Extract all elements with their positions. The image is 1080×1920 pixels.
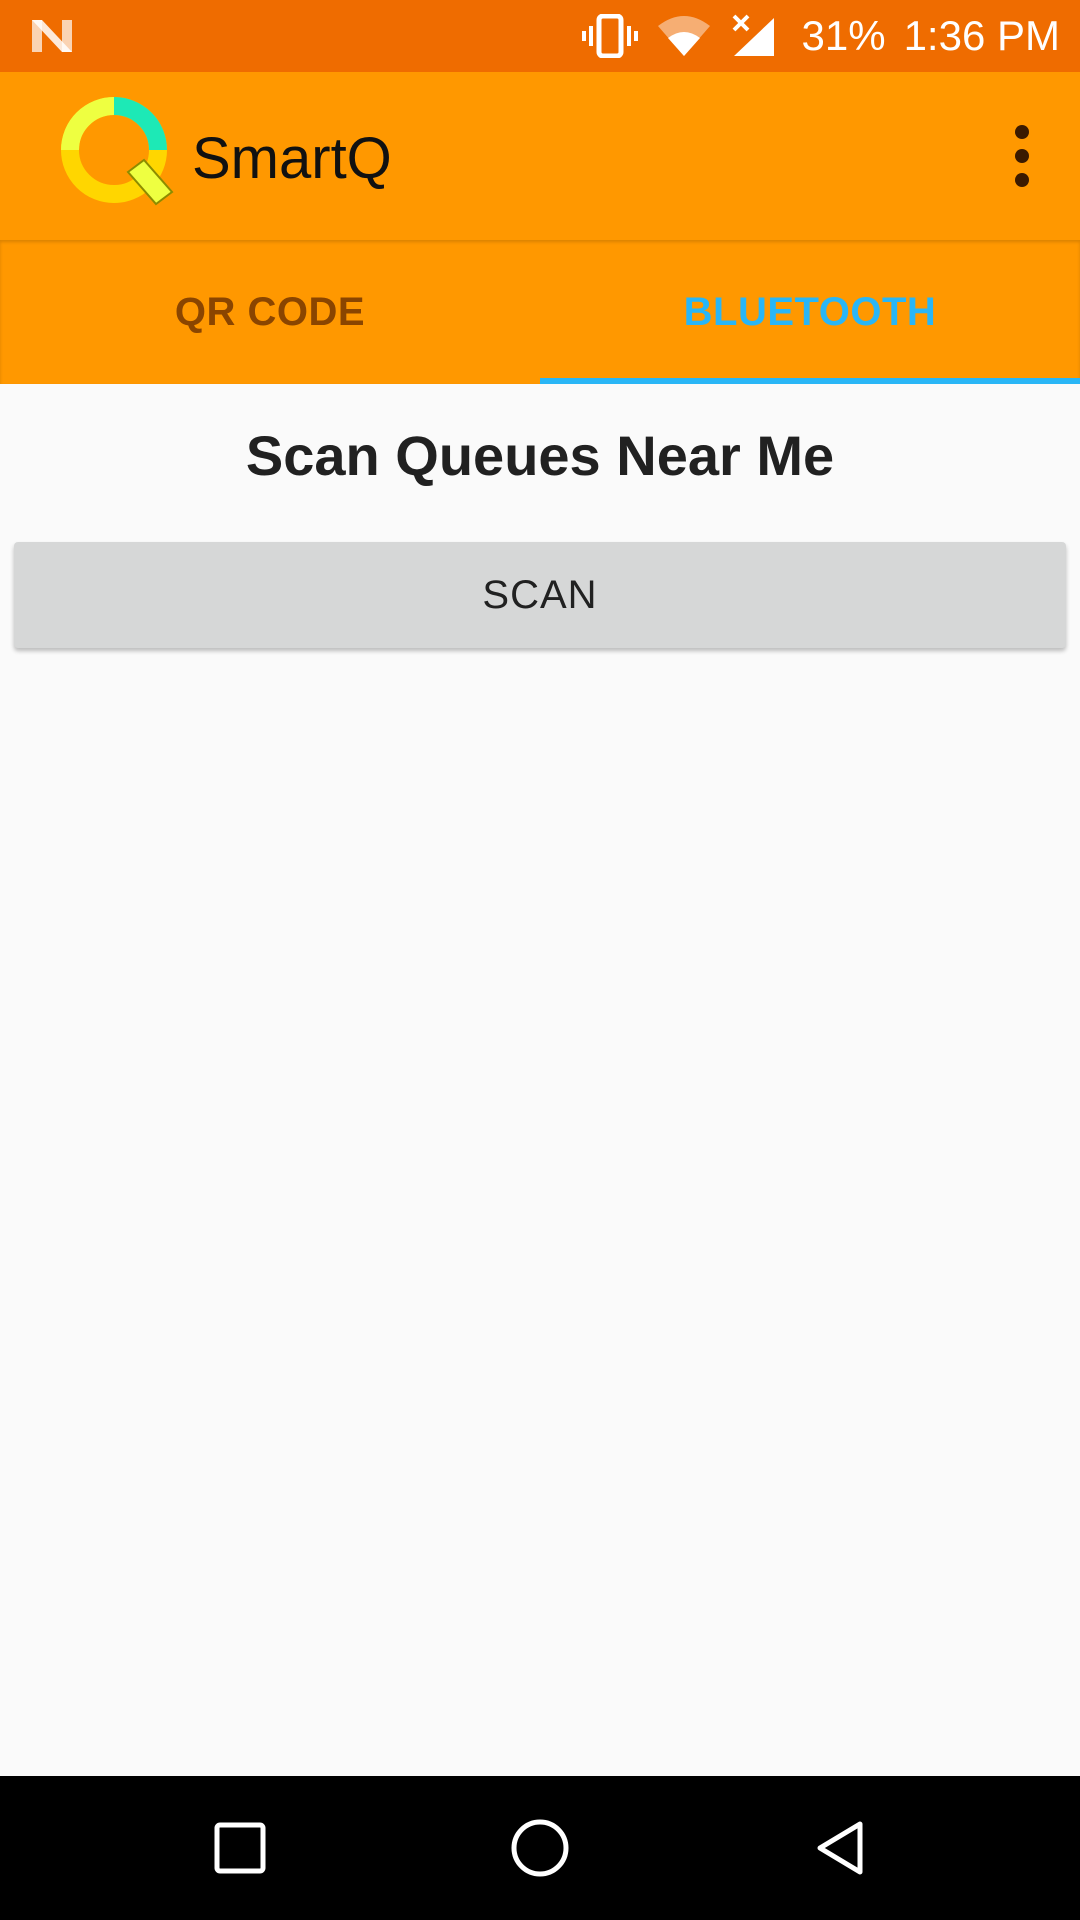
recents-button[interactable] [190,1798,290,1898]
home-button[interactable] [490,1798,590,1898]
navigation-bar [0,1776,1080,1920]
tab-qr-code[interactable]: QR CODE [0,240,540,384]
tab-bluetooth[interactable]: BLUETOOTH [540,240,1080,384]
page-heading: Scan Queues Near Me [245,424,835,487]
wifi-icon [657,16,710,56]
tab-bluetooth-label: BLUETOOTH [683,289,937,334]
scan-button[interactable]: SCAN [14,542,1066,648]
smartq-q-logo [61,97,174,206]
more-vert-icon [1015,125,1029,139]
battery-percentage: 31% [801,12,886,59]
back-button[interactable] [790,1798,890,1898]
home-circle-icon [511,1819,569,1877]
app-bar: SmartQ [0,72,1080,240]
n-notification-icon [32,20,72,52]
app-title: SmartQ [192,126,392,191]
back-triangle-icon [817,1821,863,1875]
status-bar: 31% 1:36 PM [0,0,1080,72]
status-clock: 1:36 PM [903,12,1060,59]
tab-bar: QR CODE BLUETOOTH [0,240,1080,384]
overflow-menu-button[interactable] [994,120,1050,192]
vibrate-icon [581,14,638,58]
signal-no-data-icon [732,14,774,56]
recents-square-icon [214,1822,266,1874]
tab-selected-indicator [540,378,1080,384]
